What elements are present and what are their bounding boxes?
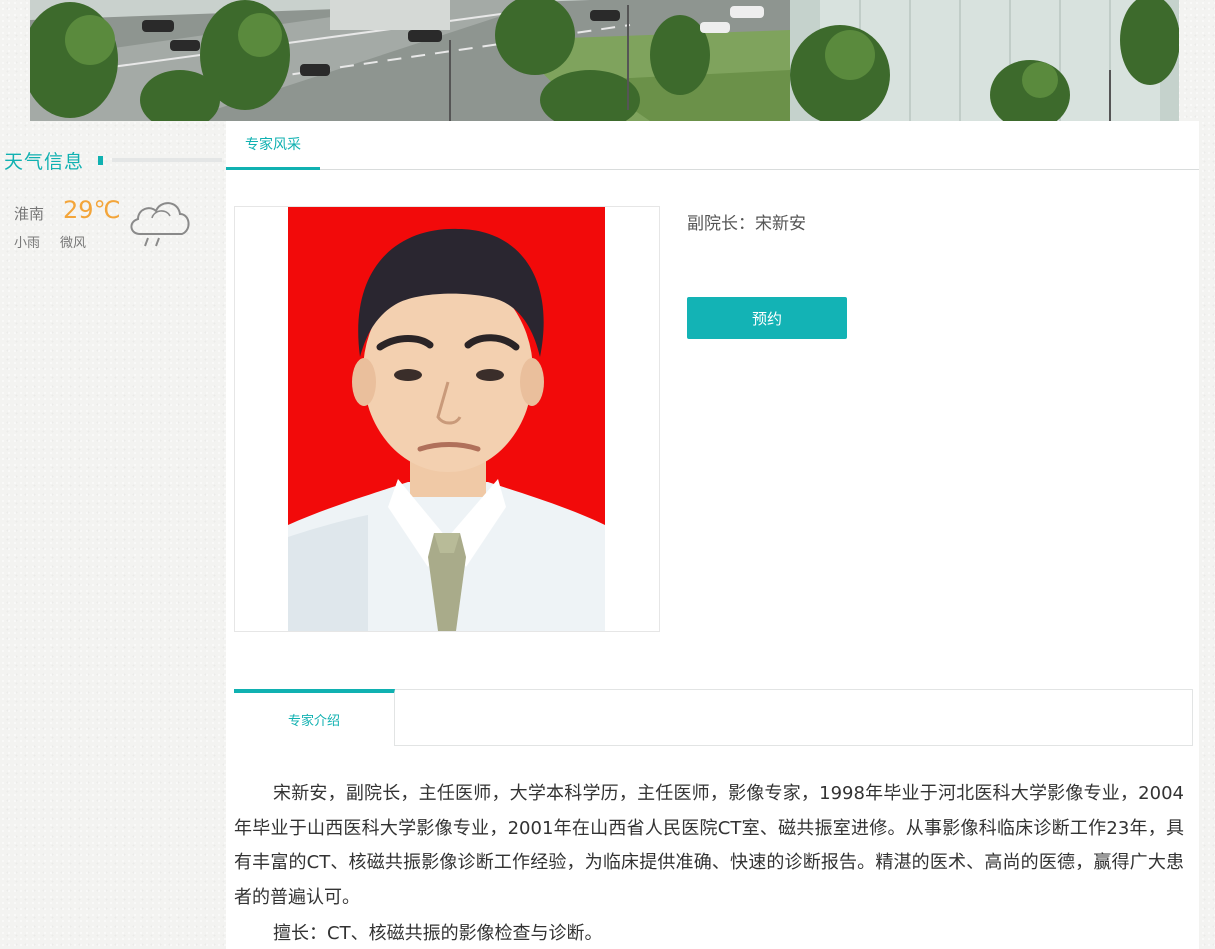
weather-divider bbox=[112, 158, 222, 162]
expert-skill-text: 擅长：CT、核磁共振的影像检查与诊断。 bbox=[273, 923, 603, 944]
header-banner-image bbox=[30, 0, 1179, 121]
cloud-rain-icon bbox=[126, 196, 192, 250]
expert-title: 副院长：宋新安 bbox=[687, 214, 806, 234]
intro-tab-bar: 专家介绍 bbox=[234, 689, 1193, 746]
weather-title-marker bbox=[98, 155, 104, 165]
expert-photo bbox=[288, 207, 605, 631]
expert-intro-text: 宋新安，副院长，主任医师，大学本科学历，主任医师，影像专家，1998年毕业于河北… bbox=[234, 783, 1184, 908]
tab-expert-profile[interactable]: 专家风采 bbox=[226, 121, 320, 170]
weather-city: 淮南 bbox=[14, 205, 45, 223]
weather-condition: 小雨 bbox=[14, 236, 41, 251]
top-tab-bar: 专家风采 bbox=[226, 121, 1199, 170]
weather-title: 天气信息 bbox=[4, 150, 85, 173]
weather-header: 天气信息 bbox=[4, 147, 104, 173]
main-content: 专家风采 副院长：宋新安 预约 专家介绍 宋新安，副院长，主任医师，大学本科学历… bbox=[226, 121, 1199, 949]
book-appointment-button[interactable]: 预约 bbox=[687, 297, 847, 339]
expert-photo-frame bbox=[234, 206, 660, 632]
weather-temperature: 29℃ bbox=[63, 196, 121, 224]
weather-wind: 微风 bbox=[60, 236, 87, 251]
tab-expert-intro[interactable]: 专家介绍 bbox=[234, 689, 395, 746]
